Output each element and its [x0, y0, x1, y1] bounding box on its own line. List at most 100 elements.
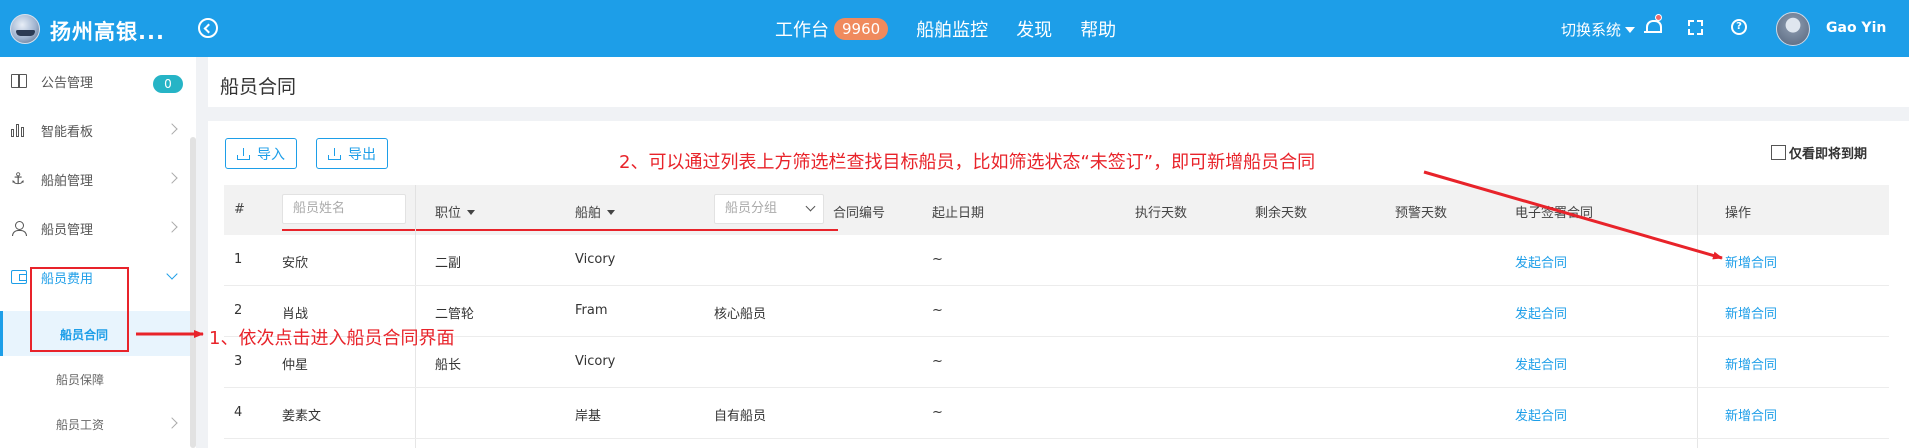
sidebar-subitem-crew-salary[interactable]: 船员工资 — [0, 401, 190, 446]
col-warn-days: 预警天数 — [1395, 206, 1448, 221]
sidebar-subitem-label: 船员保障 — [56, 373, 105, 387]
col-index: # — [234, 202, 245, 217]
sidebar-item-label: 船舶管理 — [41, 174, 94, 189]
add-contract-link[interactable]: 新增合同 — [1725, 252, 1777, 271]
chevron-down-icon — [805, 201, 816, 212]
add-contract-link[interactable]: 新增合同 — [1725, 354, 1777, 373]
initiate-contract-link[interactable]: 发起合同 — [1515, 303, 1567, 322]
app-title: 扬州高银... — [50, 20, 165, 44]
col-ship-label: 船舶 — [575, 206, 602, 221]
cell-name: 仲星 — [282, 358, 309, 373]
cell-name: 姜素文 — [282, 409, 322, 424]
chevron-right-icon — [166, 172, 178, 184]
col-remain-days: 剩余天数 — [1255, 206, 1308, 221]
cell-name: 安欣 — [282, 256, 309, 271]
col-position-filter[interactable]: 职位 — [435, 202, 476, 221]
avatar[interactable] — [1776, 12, 1810, 46]
sidebar-item-announcements[interactable]: 公告管理 0 — [0, 57, 190, 106]
crew-name-filter-input[interactable]: 船员姓名 — [282, 194, 406, 224]
expiring-only-checkbox[interactable] — [1771, 145, 1786, 160]
user-icon — [11, 221, 27, 236]
chevron-right-icon — [166, 221, 178, 233]
table-row: 4 姜素文 岸基 自有船员 ~ 发起合同 新增合同 — [224, 388, 1889, 439]
logo-icon — [10, 14, 40, 44]
table-row: 3 仲星 船长 Vicory ~ 发起合同 新增合同 — [224, 337, 1889, 388]
annotation-highlight-box — [30, 267, 129, 352]
workbench-count-badge: 9960 — [834, 18, 889, 40]
export-button[interactable]: 导出 — [316, 138, 388, 169]
cell-period: ~ — [932, 405, 943, 420]
cell-group: 自有船员 — [714, 409, 767, 424]
col-ship-filter[interactable]: 船舶 — [575, 202, 616, 221]
cell-index: 4 — [234, 405, 243, 420]
cell-position: 二管轮 — [435, 307, 475, 322]
col-period: 起止日期 — [932, 206, 985, 221]
col-exec-days: 执行天数 — [1135, 206, 1188, 221]
switch-system-dropdown[interactable]: 切换系统 — [1561, 19, 1636, 40]
crew-group-placeholder: 船员分组 — [725, 201, 778, 216]
crew-group-select[interactable]: 船员分组 — [714, 194, 824, 224]
cell-period: ~ — [932, 303, 943, 318]
table-header: # 船员姓名 职位 船舶 船员分组 合同编号 起止日期 执行天数 剩余天数 预警… — [224, 185, 1889, 235]
initiate-contract-link[interactable]: 发起合同 — [1515, 405, 1567, 424]
col-action: 操作 — [1725, 206, 1752, 221]
caret-down-icon — [607, 210, 616, 215]
import-button-label: 导入 — [257, 146, 285, 163]
help-icon[interactable]: ? — [1731, 19, 1747, 35]
caret-down-icon — [1625, 27, 1636, 33]
col-e-contract: 电子签署合同 — [1515, 206, 1594, 221]
import-button[interactable]: 导入 — [225, 138, 297, 169]
table-row: 2 肖战 二管轮 Fram 核心船员 ~ 发起合同 新增合同 — [224, 286, 1889, 337]
nav-workbench[interactable]: 工作台 9960 — [775, 16, 889, 42]
cell-ship: Vicory — [575, 354, 616, 369]
sidebar-item-ships[interactable]: ⚓ 船舶管理 — [0, 155, 190, 204]
sidebar: 公告管理 0 智能看板 ⚓ 船舶管理 船员管理 船员费用 船员合同 船员保障 船… — [0, 57, 196, 448]
nav-discover[interactable]: 发现 — [1016, 16, 1052, 42]
col-contract-no: 合同编号 — [833, 206, 886, 221]
sidebar-item-crew[interactable]: 船员管理 — [0, 204, 190, 253]
expiring-only-filter[interactable]: 仅看即将到期 — [1771, 143, 1867, 162]
expiring-only-label: 仅看即将到期 — [1789, 147, 1868, 162]
import-icon — [237, 147, 250, 160]
cell-index: 2 — [234, 303, 243, 318]
sidebar-item-dashboard[interactable]: 智能看板 — [0, 106, 190, 155]
chart-icon — [11, 123, 27, 137]
cell-position: 二副 — [435, 256, 462, 271]
user-name[interactable]: Gao Yin — [1826, 20, 1886, 36]
col-position-label: 职位 — [435, 206, 462, 221]
sidebar-item-label: 船员管理 — [41, 223, 94, 238]
top-header: 扬州高银... 工作台 9960 船舶监控 发现 帮助 切换系统 ? Gao Y… — [0, 0, 1909, 57]
nav-workbench-label: 工作台 — [775, 20, 829, 41]
caret-down-icon — [467, 210, 476, 215]
annotation-step-2: 2、可以通过列表上方筛选栏查找目标船员，比如筛选状态“未签订”，即可新增船员合同 — [619, 152, 1316, 173]
notification-dot — [1655, 14, 1662, 21]
add-contract-link[interactable]: 新增合同 — [1725, 405, 1777, 424]
cell-period: ~ — [932, 354, 943, 369]
anchor-icon: ⚓ — [11, 169, 26, 188]
cell-period: ~ — [932, 252, 943, 267]
book-icon — [11, 74, 27, 88]
export-button-label: 导出 — [348, 146, 376, 163]
table-row: 1 安欣 二副 Vicory ~ 发起合同 新增合同 — [224, 235, 1889, 286]
cell-name: 肖战 — [282, 307, 309, 322]
collapse-sidebar-icon[interactable] — [198, 18, 218, 38]
sidebar-scrollbar[interactable] — [190, 137, 196, 448]
cell-position: 船长 — [435, 358, 462, 373]
switch-system-label: 切换系统 — [1561, 21, 1622, 39]
annotation-step-1: 1、依次点击进入船员合同界面 — [209, 328, 455, 349]
initiate-contract-link[interactable]: 发起合同 — [1515, 354, 1567, 373]
add-contract-link[interactable]: 新增合同 — [1725, 303, 1777, 322]
nav-ship-monitor[interactable]: 船舶监控 — [916, 16, 988, 42]
cell-ship: 岸基 — [575, 409, 602, 424]
initiate-contract-link[interactable]: 发起合同 — [1515, 252, 1567, 271]
nav-help[interactable]: 帮助 — [1080, 16, 1116, 42]
filter-highlight-line — [282, 229, 838, 231]
export-icon — [328, 147, 341, 160]
fullscreen-icon[interactable] — [1688, 20, 1703, 35]
announcement-count-badge: 0 — [153, 75, 183, 93]
cell-group: 核心船员 — [714, 307, 767, 322]
sidebar-subitem-crew-insurance[interactable]: 船员保障 — [0, 356, 190, 401]
bell-icon[interactable] — [1644, 19, 1662, 34]
chevron-right-icon — [166, 123, 178, 135]
sidebar-item-label: 公告管理 — [41, 76, 94, 91]
